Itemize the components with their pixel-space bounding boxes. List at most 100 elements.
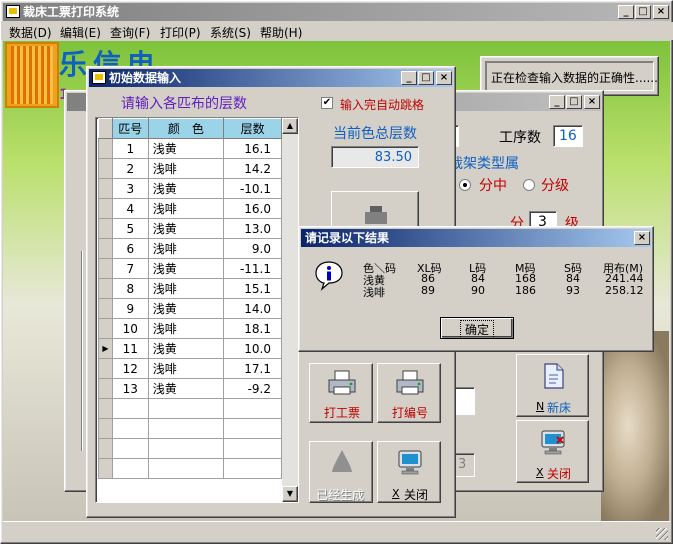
cell-color[interactable]: 浅啡 [147, 198, 225, 219]
cell-no[interactable]: 9 [111, 298, 149, 319]
cell-layers[interactable]: 16.0 [223, 198, 282, 219]
print-number-button[interactable]: 打编号 [377, 363, 441, 423]
cell-layers[interactable]: -9.2 [223, 378, 282, 399]
cell-color[interactable]: 浅黄 [147, 218, 225, 239]
table-row[interactable]: 4 浅啡 16.0 [98, 198, 282, 219]
result-close-icon[interactable]: × [634, 231, 650, 245]
side-field[interactable] [453, 387, 475, 415]
init-maximize-icon[interactable]: □ [418, 71, 434, 85]
table-row[interactable] [98, 438, 282, 459]
table-row[interactable]: ▶ 11 浅黄 10.0 [98, 338, 282, 359]
init-close-icon[interactable]: × [436, 71, 452, 85]
cell-layers[interactable] [223, 398, 282, 419]
cell-no[interactable] [111, 418, 149, 439]
process-close-icon[interactable]: × [584, 95, 600, 109]
cell-color[interactable]: 浅黄 [147, 178, 225, 199]
cell-no[interactable]: 1 [111, 138, 149, 159]
cell-layers[interactable]: 9.0 [223, 238, 282, 259]
grid-scrollbar[interactable] [282, 118, 298, 502]
print-ticket-button[interactable]: 打工票 [309, 363, 373, 423]
cell-color[interactable] [147, 458, 225, 479]
table-row[interactable] [98, 418, 282, 439]
radio-grade[interactable] [523, 179, 535, 191]
table-row[interactable]: 12 浅啡 17.1 [98, 358, 282, 379]
cell-no[interactable]: 11 [111, 338, 149, 359]
cell-no[interactable]: 4 [111, 198, 149, 219]
maximize-icon[interactable]: □ [635, 5, 651, 19]
cell-layers[interactable]: 13.0 [223, 218, 282, 239]
cell-no[interactable]: 5 [111, 218, 149, 239]
table-row[interactable]: 3 浅黄 -10.1 [98, 178, 282, 199]
cell-no[interactable] [111, 458, 149, 479]
cell-no[interactable]: 2 [111, 158, 149, 179]
cell-layers[interactable] [223, 438, 282, 459]
cell-no[interactable]: 3 [111, 178, 149, 199]
cell-layers[interactable]: -10.1 [223, 178, 282, 199]
cell-color[interactable]: 浅啡 [147, 278, 225, 299]
table-row[interactable]: 2 浅啡 14.2 [98, 158, 282, 179]
new-bed-button[interactable]: N 新床 [516, 354, 589, 417]
table-row[interactable]: 10 浅啡 18.1 [98, 318, 282, 339]
close-right-button[interactable]: X 关闭 [516, 420, 589, 483]
table-row[interactable]: 7 浅黄 -11.1 [98, 258, 282, 279]
cell-no[interactable] [111, 438, 149, 459]
menu-data[interactable]: 数据(D) [9, 24, 52, 41]
table-row[interactable]: 9 浅黄 14.0 [98, 298, 282, 319]
menu-help[interactable]: 帮助(H) [260, 24, 302, 41]
cell-color[interactable]: 浅啡 [147, 318, 225, 339]
resize-grip-icon[interactable] [656, 528, 668, 540]
cell-layers[interactable] [223, 458, 282, 479]
cell-color[interactable]: 浅黄 [147, 378, 225, 399]
cell-no[interactable]: 13 [111, 378, 149, 399]
process-maximize-icon[interactable]: □ [566, 95, 582, 109]
cell-no[interactable]: 10 [111, 318, 149, 339]
process-minimize-icon[interactable]: _ [549, 95, 565, 109]
cell-no[interactable]: 7 [111, 258, 149, 279]
cell-layers[interactable]: 14.0 [223, 298, 282, 319]
table-row[interactable]: 13 浅黄 -9.2 [98, 378, 282, 399]
table-row[interactable]: 5 浅黄 13.0 [98, 218, 282, 239]
cell-color[interactable] [147, 438, 225, 459]
cell-no[interactable]: 8 [111, 278, 149, 299]
cell-layers[interactable]: 15.1 [223, 278, 282, 299]
close-icon[interactable]: × [653, 5, 669, 19]
menu-system[interactable]: 系统(S) [210, 24, 251, 41]
cell-color[interactable]: 浅啡 [147, 158, 225, 179]
auto-jump-checkbox[interactable]: ✔ [321, 97, 333, 109]
table-row[interactable]: 8 浅啡 15.1 [98, 278, 282, 299]
scroll-down-icon[interactable]: ▼ [282, 486, 298, 502]
hidden-tool-button[interactable] [331, 191, 419, 231]
cell-color[interactable]: 浅黄 [147, 258, 225, 279]
ok-button[interactable]: 确定 [440, 317, 514, 339]
menu-print[interactable]: 打印(P) [160, 24, 201, 41]
minimize-icon[interactable]: _ [618, 5, 634, 19]
cell-layers[interactable]: -11.1 [223, 258, 282, 279]
table-row[interactable] [98, 458, 282, 479]
cell-layers[interactable]: 14.2 [223, 158, 282, 179]
cell-color[interactable]: 浅黄 [147, 338, 225, 359]
cell-no[interactable]: 6 [111, 238, 149, 259]
table-row[interactable]: 1 浅黄 16.1 [98, 138, 282, 159]
close-bottom-button[interactable]: X 关闭 [377, 441, 441, 503]
radio-center[interactable] [459, 179, 471, 191]
cell-color[interactable]: 浅啡 [147, 358, 225, 379]
cell-color[interactable]: 浅黄 [147, 298, 225, 319]
init-minimize-icon[interactable]: _ [401, 71, 417, 85]
cell-layers[interactable]: 17.1 [223, 358, 282, 379]
scroll-up-icon[interactable]: ▲ [282, 118, 298, 134]
cell-color[interactable] [147, 398, 225, 419]
cell-color[interactable] [147, 418, 225, 439]
cell-color[interactable]: 浅啡 [147, 238, 225, 259]
table-row[interactable]: 6 浅啡 9.0 [98, 238, 282, 259]
cell-layers[interactable]: 16.1 [223, 138, 282, 159]
cell-no[interactable] [111, 398, 149, 419]
cell-layers[interactable]: 18.1 [223, 318, 282, 339]
cell-color[interactable]: 浅黄 [147, 138, 225, 159]
menu-edit[interactable]: 编辑(E) [60, 24, 101, 41]
menu-query[interactable]: 查询(F) [110, 24, 150, 41]
table-row[interactable] [98, 398, 282, 419]
cell-layers[interactable]: 10.0 [223, 338, 282, 359]
cell-layers[interactable] [223, 418, 282, 439]
process-count-field[interactable]: 16 [553, 125, 583, 147]
cell-no[interactable]: 12 [111, 358, 149, 379]
